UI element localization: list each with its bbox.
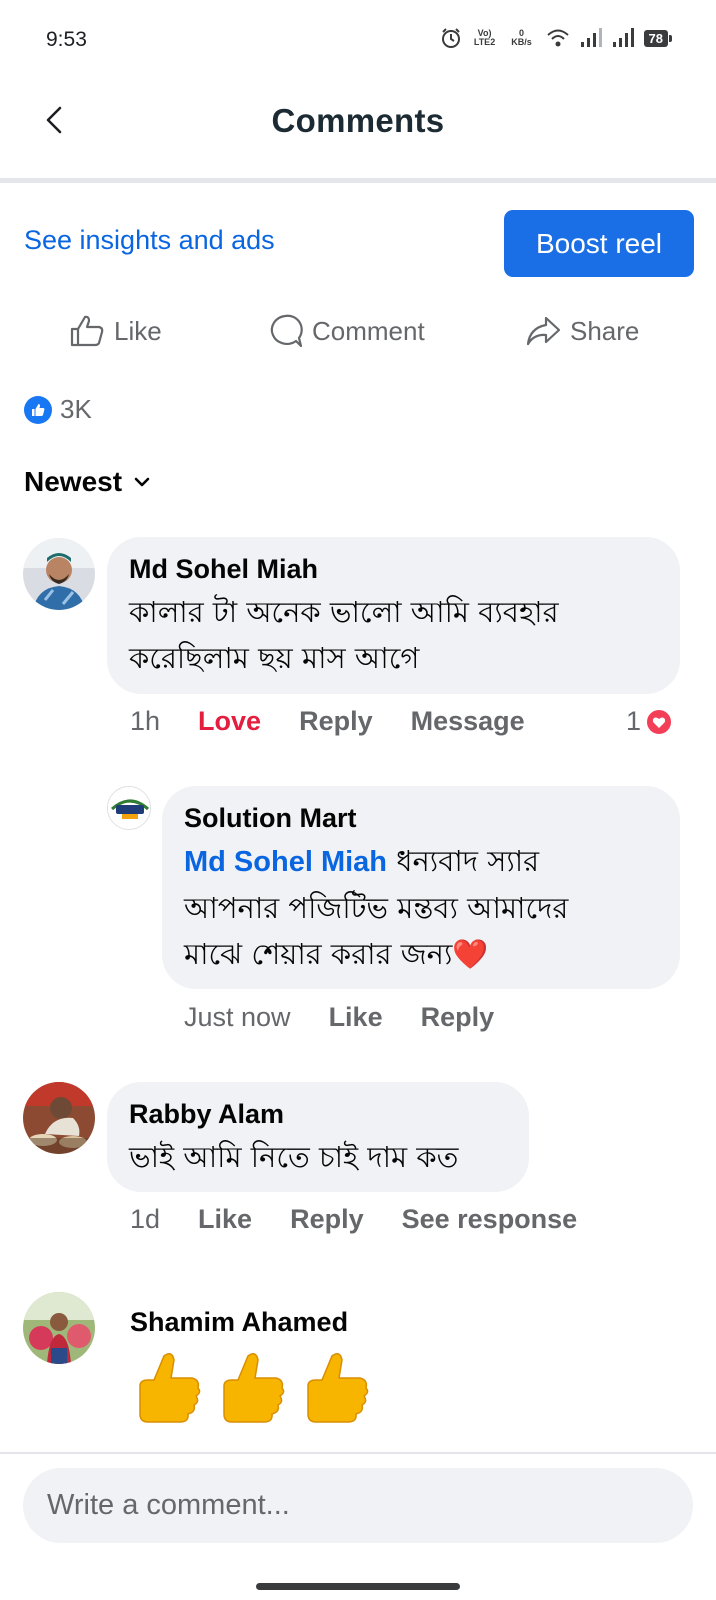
comment-text-line: কালার টা অনেক ভালো আমি ব্যবহার (129, 595, 559, 629)
comment-meta: 1h Love Reply Message (130, 706, 563, 737)
page-title: Comments (271, 102, 445, 139)
share-action-button[interactable]: Share (524, 312, 639, 350)
avatar[interactable] (107, 786, 151, 830)
comment-action-label: Comment (312, 315, 425, 346)
love-icon (645, 707, 674, 736)
composer-divider (0, 1452, 716, 1454)
post-actions: Like Comment Share (0, 312, 716, 360)
comment-author[interactable]: Shamim Ahamed (130, 1302, 370, 1342)
message-button[interactable]: Message (411, 706, 525, 737)
like-action-label: Like (114, 315, 162, 346)
reply-author[interactable]: Solution Mart (184, 798, 658, 838)
thumbs-up-icon (70, 315, 104, 347)
battery-icon: 78 (643, 29, 673, 47)
solution-mart-logo (108, 787, 150, 829)
reply-button[interactable]: Reply (421, 1002, 495, 1033)
alarm-icon (441, 28, 460, 48)
thumbs-up-emoji-row: 👍👍👍 (130, 1348, 370, 1428)
avatar-md-sohel-miah (23, 538, 95, 610)
network-speed: 0 KB/s (508, 29, 536, 47)
comment-action-button[interactable]: Comment (266, 312, 425, 350)
status-bar: 9:53 Vo) LTE2 0 KB/s 78 (0, 0, 716, 80)
sort-dropdown[interactable]: Newest (24, 466, 152, 498)
chevron-down-icon (134, 477, 150, 487)
comment-time: 1d (130, 1204, 161, 1234)
like-button[interactable]: Like (329, 1002, 383, 1033)
avatar[interactable] (23, 1292, 95, 1364)
header-divider (0, 178, 716, 183)
reply-text-line: আপনার পজিটিভ মন্তব্য আমাদের (184, 891, 569, 925)
reaction-summary[interactable]: 3K (24, 394, 92, 425)
see-response-button[interactable]: See response (402, 1204, 578, 1235)
sort-label: Newest (24, 466, 123, 497)
boost-reel-button[interactable]: Boost reel (504, 210, 694, 277)
avatar[interactable] (23, 538, 95, 610)
love-reaction-button[interactable]: Love (198, 706, 261, 737)
reply-text-part: ধন্যবাদ স্যার (387, 844, 540, 878)
signal-icon-1 (580, 28, 602, 47)
reaction-count: 3K (60, 394, 92, 424)
comment-time: 1h (130, 706, 161, 736)
status-icons: Vo) LTE2 0 KB/s 78 (440, 27, 673, 49)
signal-icon-2 (612, 28, 634, 47)
mention-link[interactable]: Md Sohel Miah (184, 846, 387, 878)
comment-reaction-count: 1 (626, 706, 642, 736)
reply-button[interactable]: Reply (290, 1204, 364, 1235)
avatar-shamim-ahamed (23, 1292, 95, 1364)
share-action-label: Share (570, 315, 640, 346)
comment-bubble: Md Sohel Miah কালার টা অনেক ভালো আমি ব্য… (107, 537, 680, 694)
like-button[interactable]: Like (198, 1204, 252, 1235)
comment-input[interactable] (23, 1468, 693, 1543)
comment-text-line: করেছিলাম ছয় মাস আগে (129, 641, 420, 675)
speed-unit: KB/s (511, 37, 532, 47)
like-action-button[interactable]: Like (68, 312, 162, 350)
reply-bubble: Solution Mart Md Sohel Miah ধন্যবাদ স্যা… (162, 786, 680, 989)
thumbs-up-emoji-icon (139, 1353, 369, 1423)
comment-icon (270, 314, 303, 348)
comment-author[interactable]: Md Sohel Miah (129, 549, 658, 589)
comment-author[interactable]: Rabby Alam (129, 1094, 507, 1134)
comment-body: Shamim Ahamed 👍👍👍 (130, 1302, 370, 1428)
reply-time: Just now (184, 1002, 291, 1032)
reply-text-line: মাঝে শেয়ার করার জন্য❤️ (184, 937, 489, 971)
reply-text-line: Md Sohel Miah ধন্যবাদ স্যার (184, 838, 658, 885)
like-reaction-icon (24, 395, 52, 424)
avatar-rabby-alam (23, 1082, 95, 1154)
header: Comments (0, 80, 716, 180)
comment-meta: 1d Like Reply See response (130, 1204, 615, 1235)
avatar[interactable] (23, 1082, 95, 1154)
see-insights-link[interactable]: See insights and ads (24, 225, 275, 256)
comment-text: ভাই আমি নিতে চাই দাম কত (129, 1140, 459, 1174)
comment-bubble: Rabby Alam ভাই আমি নিতে চাই দাম কত (107, 1082, 529, 1192)
network-label: Vo) LTE2 (473, 28, 496, 47)
comment-reaction-badge[interactable]: 1 (626, 706, 674, 737)
reply-button[interactable]: Reply (299, 706, 373, 737)
reply-meta: Just now Like Reply (184, 1002, 532, 1033)
share-icon (526, 316, 561, 346)
home-indicator[interactable] (256, 1583, 460, 1590)
wifi-icon (546, 29, 569, 47)
status-time: 9:53 (46, 28, 87, 51)
